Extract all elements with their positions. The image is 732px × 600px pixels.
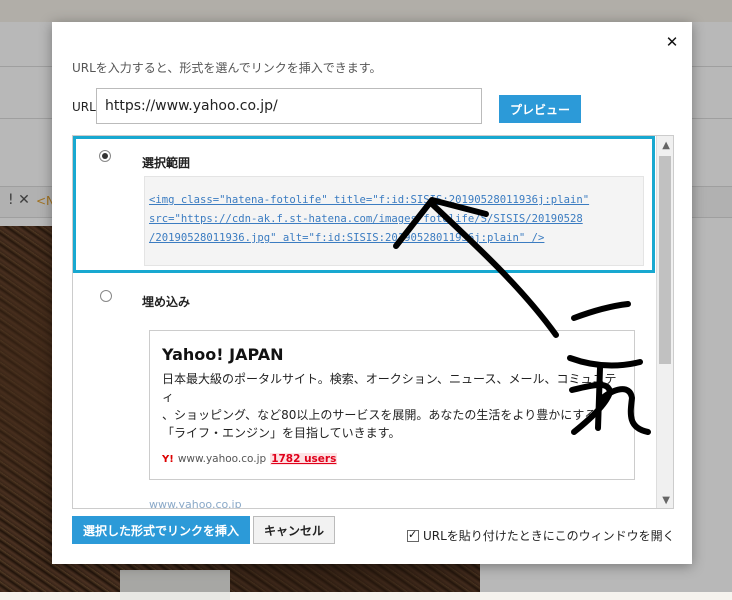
embed-description: 日本最大級のポータルサイト。検索、オークション、ニュース、メール、コミュニティ …: [162, 370, 622, 442]
open-on-paste-option[interactable]: URLを貼り付けたときにこのウィンドウを開く: [407, 527, 675, 544]
bookmark-users-badge[interactable]: 1782 users: [270, 453, 338, 465]
url-input[interactable]: [96, 88, 482, 124]
embed-description-line: 「ライフ・エンジン」を目指していきます。: [162, 426, 401, 440]
close-icon[interactable]: ✕: [664, 34, 680, 50]
option-selection-radio[interactable]: [99, 150, 111, 162]
insert-link-dialog: ✕ URLを入力すると、形式を選んでリンクを挿入できます。 URL プレビュー …: [52, 22, 692, 564]
scrollbar-thumb[interactable]: [659, 156, 671, 364]
option-embed-title: 埋め込み: [142, 295, 191, 309]
open-on-paste-label: URLを貼り付けたときにこのウィンドウを開く: [423, 529, 675, 543]
format-options-list[interactable]: 選択範囲 <img class="hatena-fotolife" title=…: [72, 135, 674, 509]
open-on-paste-checkbox[interactable]: [407, 528, 419, 542]
insert-link-button[interactable]: 選択した形式でリンクを挿入: [72, 516, 250, 544]
code-line: <img class="hatena-fotolife" title="f:id…: [149, 194, 590, 206]
scroll-up-icon[interactable]: ▲: [662, 140, 670, 151]
dialog-intro: URLを入力すると、形式を選んでリンクを挿入できます。: [72, 61, 382, 75]
option-embed-radio[interactable]: [100, 290, 112, 302]
cancel-button[interactable]: キャンセル: [253, 516, 335, 544]
option-selection-title: 選択範囲: [142, 156, 191, 170]
embed-site: www.yahoo.co.jp: [177, 453, 267, 465]
scrollbar[interactable]: ▲ ▼: [656, 136, 673, 508]
selection-code-box: <img class="hatena-fotolife" title="f:id…: [144, 176, 644, 266]
url-label: URL: [72, 100, 96, 114]
embed-title: Yahoo! JAPAN: [162, 345, 284, 364]
embed-description-line: 日本最大級のポータルサイト。検索、オークション、ニュース、メール、コミュニティ: [162, 372, 617, 404]
code-line: /20190528011936.jpg" alt="f:id:SISIS:201…: [149, 232, 545, 244]
embed-description-line: 、ショッピング、など80以上のサービスを展開。あなたの生活をより豊かにする: [162, 408, 597, 422]
embed-link-text: www.yahoo.co.jp: [149, 498, 242, 509]
preview-button[interactable]: プレビュー: [499, 95, 581, 123]
embed-footer: Y! www.yahoo.co.jp 1782 users: [162, 453, 338, 465]
yahoo-favicon-icon: Y!: [162, 453, 174, 465]
option-selection[interactable]: 選択範囲 <img class="hatena-fotolife" title=…: [73, 136, 655, 273]
code-line: src="https://cdn-ak.f.st-hatena.com/imag…: [149, 213, 583, 225]
embed-preview-card: Yahoo! JAPAN 日本最大級のポータルサイト。検索、オークション、ニュー…: [149, 330, 635, 480]
scroll-down-icon[interactable]: ▼: [662, 495, 670, 506]
